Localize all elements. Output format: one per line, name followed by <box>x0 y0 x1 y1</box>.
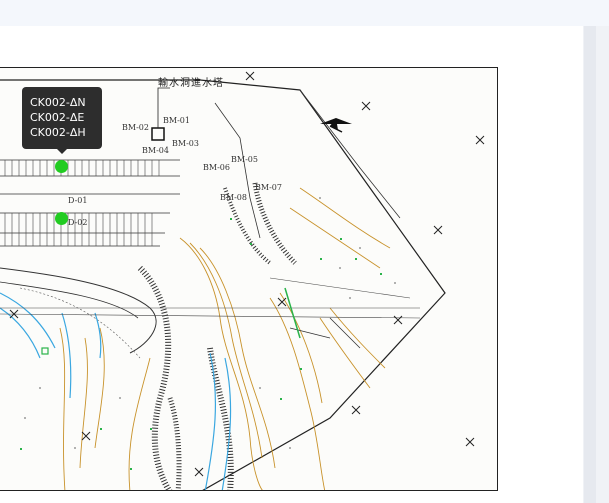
top-bar <box>0 0 609 26</box>
monitoring-point-marker[interactable] <box>55 160 68 173</box>
tooltip-line: CK002-ΔH <box>30 126 86 139</box>
monitoring-point-marker[interactable] <box>55 212 68 225</box>
point-tooltip: CK002-ΔN CK002-ΔE CK002-ΔH <box>22 87 102 149</box>
bm-label: BM-01 <box>163 116 190 125</box>
tooltip-line: CK002-ΔN <box>30 96 86 109</box>
bm-label: BM-07 <box>255 183 282 192</box>
bm-label: BM-08 <box>220 193 247 202</box>
map-title: 輸水洞進水塔 <box>158 78 224 89</box>
bm-label: BM-05 <box>231 155 258 164</box>
bm-label: BM-06 <box>203 163 230 172</box>
bm-label: BM-03 <box>172 139 199 148</box>
tooltip-arrow <box>57 149 67 154</box>
bm-label: BM-04 <box>142 146 169 155</box>
point-label: D-01 <box>68 196 88 205</box>
bm-label: BM-02 <box>122 123 149 132</box>
tooltip-line: CK002-ΔE <box>30 111 85 124</box>
point-label: D-02 <box>68 218 88 227</box>
scrollbar-thumb[interactable] <box>584 26 596 503</box>
